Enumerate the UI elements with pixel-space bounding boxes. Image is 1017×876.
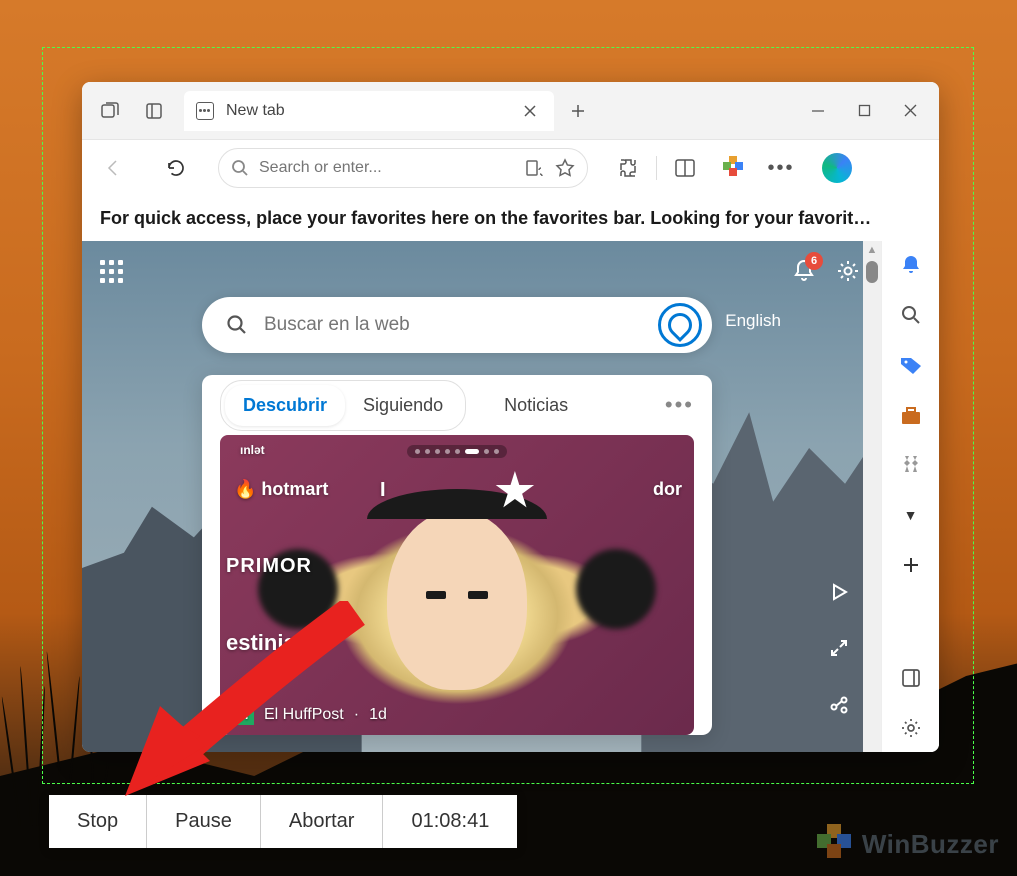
source-icon: H	[234, 705, 254, 725]
workspaces-icon[interactable]	[88, 89, 132, 133]
new-tab-button[interactable]	[558, 91, 598, 131]
read-aloud-icon[interactable]	[525, 158, 545, 178]
sidebar-notifications-icon[interactable]	[897, 251, 925, 279]
pause-button[interactable]: Pause	[147, 795, 261, 848]
copilot-icon[interactable]	[817, 148, 857, 188]
brand-dor: dor	[653, 479, 682, 500]
tab-title: New tab	[226, 102, 506, 120]
sidebar-games-icon[interactable]	[897, 451, 925, 479]
expand-icon[interactable]	[821, 630, 857, 666]
feed-settings-button[interactable]	[833, 256, 863, 286]
minimize-button[interactable]	[795, 91, 841, 131]
apps-grid-icon[interactable]	[100, 260, 123, 283]
content-scrollbar[interactable]: ▲	[863, 241, 881, 752]
brand-I: I	[380, 479, 386, 502]
page-content: 6 English Descubrir Siguiendo Noticias •…	[82, 241, 881, 752]
tab-discover[interactable]: Descubrir	[225, 385, 345, 426]
feed-tabs: Descubrir Siguiendo Noticias •••	[202, 375, 712, 435]
article-age: 1d	[369, 706, 387, 724]
bing-chat-icon[interactable]	[658, 303, 702, 347]
tab-news[interactable]: Noticias	[486, 385, 586, 426]
sidebar-settings-icon[interactable]	[897, 714, 925, 742]
search-icon	[231, 159, 249, 177]
brand-destinia: estinia	[226, 630, 296, 656]
sidebar-search-icon[interactable]	[897, 301, 925, 329]
feed-more-icon[interactable]: •••	[665, 392, 694, 418]
feed-header: 6	[82, 251, 881, 291]
close-window-button[interactable]	[887, 91, 933, 131]
favorite-star-icon[interactable]	[555, 158, 575, 178]
watermark-text: WinBuzzer	[862, 829, 999, 860]
profile-icon[interactable]	[713, 148, 753, 188]
brand-primor: PRIMOR	[226, 555, 312, 578]
carousel-dots[interactable]	[407, 445, 507, 458]
web-search-bar[interactable]	[202, 297, 712, 353]
favorites-bar-hint: For quick access, place your favorites h…	[82, 196, 939, 241]
browser-tab[interactable]: New tab	[184, 91, 554, 131]
back-button[interactable]	[96, 150, 132, 186]
watermark: WinBuzzer	[814, 824, 999, 864]
recorder-time: 01:08:41	[383, 795, 517, 848]
edge-sidebar: ▼	[881, 241, 939, 752]
menu-button[interactable]: •••	[761, 148, 801, 188]
notifications-button[interactable]: 6	[789, 256, 819, 286]
news-card: Descubrir Siguiendo Noticias ••• ınlǝt 🔥…	[202, 375, 712, 735]
web-search-input[interactable]	[264, 314, 642, 336]
address-bar[interactable]	[218, 148, 588, 188]
extensions-icon[interactable]	[608, 148, 648, 188]
notification-badge: 6	[805, 252, 823, 270]
toolbar-separator	[656, 156, 657, 180]
language-selector[interactable]: English	[725, 311, 781, 331]
sidebar-layout-icon[interactable]	[897, 664, 925, 692]
sidebar-tools-icon[interactable]	[897, 401, 925, 429]
address-input[interactable]	[259, 159, 515, 177]
refresh-button[interactable]	[158, 150, 194, 186]
newtab-icon	[196, 102, 214, 120]
split-screen-icon[interactable]	[665, 148, 705, 188]
titlebar: New tab	[82, 82, 939, 140]
brand-hotmart: 🔥 hotmart	[234, 479, 328, 500]
browser-window: New tab ••• For quick access, place your…	[82, 82, 939, 752]
maximize-button[interactable]	[841, 91, 887, 131]
play-icon[interactable]	[821, 574, 857, 610]
recorder-toolbar: Stop Pause Abortar 01:08:41	[49, 795, 517, 848]
sidebar-shopping-icon[interactable]	[897, 351, 925, 379]
media-controls	[821, 574, 857, 722]
close-tab-button[interactable]	[518, 99, 542, 123]
share-icon[interactable]	[821, 686, 857, 722]
brand-inlet: ınlǝt	[240, 443, 265, 457]
sidebar-expand-icon[interactable]: ▼	[897, 501, 925, 529]
toolbar: •••	[82, 140, 939, 196]
sidebar-add-icon[interactable]	[897, 551, 925, 579]
abort-button[interactable]: Abortar	[261, 795, 384, 848]
article-source: El HuffPost	[264, 706, 344, 724]
tab-actions-icon[interactable]	[132, 89, 176, 133]
watermark-logo-icon	[814, 824, 854, 864]
article-meta: H El HuffPost · 1d	[234, 705, 387, 725]
article-media[interactable]: ınlǝt 🔥 hotmart I dor PRIMOR estinia H E…	[220, 435, 694, 735]
stop-button[interactable]: Stop	[49, 795, 147, 848]
gear-icon	[835, 258, 861, 284]
tab-following[interactable]: Siguiendo	[345, 385, 461, 426]
search-icon	[226, 314, 248, 336]
